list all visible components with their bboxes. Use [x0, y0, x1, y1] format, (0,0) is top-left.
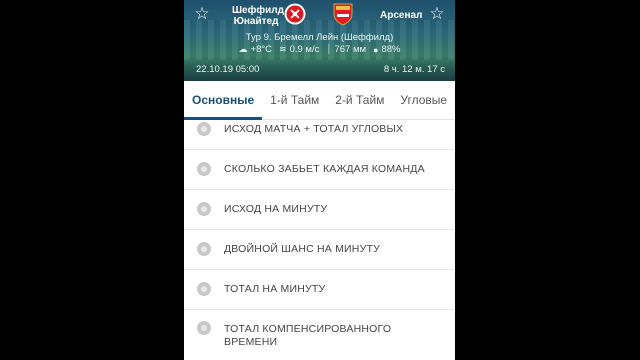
- humidity-item: ● 88%: [373, 44, 400, 55]
- market-label: ИСХОД МАТЧА + ТОТАЛ УГЛОВЫХ: [224, 122, 404, 135]
- star-outline-icon[interactable]: ☆: [428, 4, 446, 22]
- bet-market-list: ИСХОД МАТЧА + ТОТАЛ УГЛОВЫХ СКОЛЬКО ЗАБЬ…: [184, 120, 455, 360]
- tab-main[interactable]: Основные: [184, 81, 263, 120]
- home-team-crest: [284, 3, 306, 25]
- list-item[interactable]: ИСХОД МАТЧА + ТОТАЛ УГЛОВЫХ: [184, 120, 455, 150]
- list-item[interactable]: ТОТАЛ НА МИНУТУ: [184, 269, 455, 310]
- away-team-name: Арсенал: [380, 10, 423, 21]
- match-datetime: 22.10.19 05:00: [196, 64, 260, 75]
- pressure-item: ⏐ 767 мм: [326, 44, 366, 55]
- cloud-sun-icon: ☁: [238, 44, 248, 54]
- market-icon: [197, 321, 211, 335]
- home-team-name: Шеффилд Юнайтед: [232, 5, 284, 27]
- tab-first-half[interactable]: 1-й Тайм: [262, 81, 327, 119]
- app-screen: ☆ Шеффилд Юнайтед Арсенал ☆ Тур 9. Бреме…: [184, 0, 455, 360]
- market-icon: [197, 162, 211, 176]
- market-label: ТОТАЛ НА МИНУТУ: [224, 282, 326, 295]
- market-icon: [197, 122, 211, 136]
- market-icon: [197, 282, 211, 296]
- market-label: СКОЛЬКО ЗАБЬЕТ КАЖДАЯ КОМАНДА: [224, 162, 425, 175]
- market-label: ИСХОД НА МИНУТУ: [224, 202, 328, 215]
- pressure-value: 767 мм: [334, 44, 367, 55]
- market-tabs: Основные 1-й Тайм 2-й Тайм Угловые: [184, 81, 455, 120]
- round-venue: Тур 9. Бремелл Лейн (Шеффилд): [245, 32, 394, 43]
- wind-value: 0.9 м/с: [289, 44, 320, 55]
- market-icon: [197, 242, 211, 256]
- list-item[interactable]: ТОТАЛ КОМПЕНСИРОВАННОГО ВРЕМЕНИ: [184, 309, 455, 360]
- droplet-icon: ●: [373, 44, 379, 55]
- list-item[interactable]: СКОЛЬКО ЗАБЬЕТ КАЖДАЯ КОМАНДА: [184, 149, 455, 190]
- market-label: ДВОЙНОЙ ШАНС НА МИНУТУ: [224, 242, 380, 255]
- thermometer-icon: ⏐: [326, 44, 332, 54]
- wind-icon: ≋: [279, 44, 287, 54]
- temperature-item: ☁ +8°C: [239, 44, 273, 55]
- tab-corners[interactable]: Угловые: [392, 81, 455, 119]
- market-icon: [197, 202, 211, 216]
- list-item[interactable]: ДВОЙНОЙ ШАНС НА МИНУТУ: [184, 229, 455, 270]
- star-outline-icon[interactable]: ☆: [193, 4, 211, 22]
- wind-item: ≋ 0.9 м/с: [279, 44, 319, 55]
- match-header: ☆ Шеффилд Юнайтед Арсенал ☆ Тур 9. Бреме…: [184, 0, 455, 81]
- humidity-value: 88%: [381, 44, 401, 55]
- tab-second-half[interactable]: 2-й Тайм: [327, 81, 392, 119]
- match-countdown: 8 ч. 12 м. 17 с: [383, 64, 445, 75]
- weather-info: ☁ +8°C ≋ 0.9 м/с ⏐ 767 мм ● 88%: [184, 44, 455, 55]
- market-label: ТОТАЛ КОМПЕНСИРОВАННОГО ВРЕМЕНИ: [224, 323, 392, 348]
- list-item[interactable]: ИСХОД НА МИНУТУ: [184, 189, 455, 230]
- away-team-crest: [333, 3, 353, 26]
- temperature-value: +8°C: [250, 44, 273, 55]
